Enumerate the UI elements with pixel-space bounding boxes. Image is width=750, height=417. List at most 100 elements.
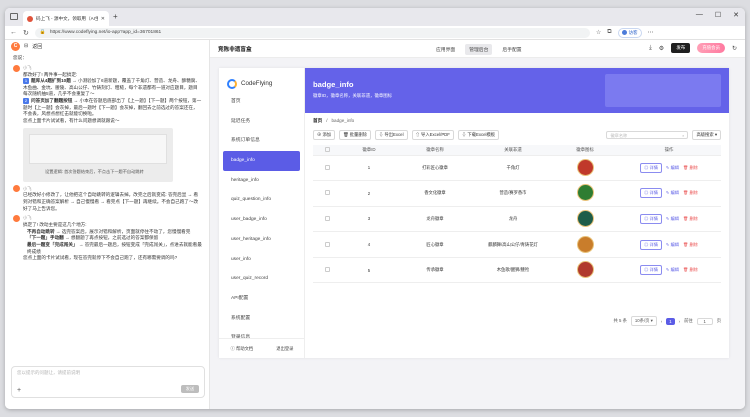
column-header: 徽章ID [341,145,397,156]
sidebar-item--[interactable]: 系统配置 [223,309,300,329]
edit-button[interactable]: ✎ 编辑 [666,165,679,171]
prev-page-icon[interactable]: ‹ [661,319,662,324]
delete-button[interactable]: 🗑 删除 [683,165,698,171]
sidebar-item-user-heritage-info[interactable]: user_heritage_info [223,230,300,250]
edit-button[interactable]: ✎ 编辑 [666,190,679,196]
url-field[interactable]: 🔒 https://www.codeflying.net/io-app?app_… [34,27,590,38]
edit-button[interactable]: ✎ 编辑 [666,216,679,222]
total-count: 共 5 条 [613,318,627,323]
download-icon[interactable]: ⤓ [649,45,652,52]
goto-page-input[interactable]: 1 [696,317,713,325]
detail-button[interactable]: ◎ 详情 [640,239,662,250]
sidebar-item-user-quiz-record[interactable]: user_quiz_record [223,269,300,289]
attached-screenshot[interactable]: 设置逻辑: 首次答题结束后，不点击下一题不自动跳转 [23,128,173,183]
tab-app-ui[interactable]: 应用界面 [432,44,459,55]
publish-button[interactable]: 发布 [671,43,691,53]
send-button[interactable]: 发送 [181,385,199,393]
address-bar: ← ↻ 🔒 https://www.codeflying.net/io-app?… [5,26,745,40]
close-window-icon[interactable]: ✕ [733,11,739,19]
settings-icon[interactable]: ⚙ [659,45,664,52]
column-header: 徽章图标 [553,145,617,156]
profile-button[interactable]: 访客 [617,27,642,38]
page-size-select[interactable]: 10条/页 ▾ [630,316,657,326]
detail-button[interactable]: ◎ 详情 [640,188,662,199]
row-checkbox[interactable] [313,257,341,284]
select-all-checkbox[interactable] [313,145,341,156]
new-tab-icon[interactable]: + [113,12,118,21]
sidebar-item-user-info[interactable]: user_info [223,250,300,270]
row-checkbox[interactable] [313,206,341,233]
detail-button[interactable]: ◎ 详情 [640,265,662,276]
batch-delete-button[interactable]: 🗑 批量删除 [339,130,371,140]
detail-button[interactable]: ◎ 详情 [640,213,662,224]
help-docs-link[interactable]: ⓘ 帮助文档 [231,346,254,352]
close-tab-icon[interactable]: ✕ [101,16,105,22]
tab-backend-config[interactable]: 后手配置 [498,44,525,55]
app-title: 竞陈非遗盲盒 [218,46,252,53]
detail-button[interactable]: ◎ 详情 [640,162,662,173]
back-icon[interactable]: ← [10,29,17,36]
delete-button[interactable]: 🗑 删除 [683,242,698,248]
assistant-message: 已经改好小修改了，让他把这个自动跳转的逻辑去掉。改完之后就变成: 答完后显 → … [23,192,199,211]
row-checkbox[interactable] [313,155,341,182]
delete-button[interactable]: 🗑 删除 [683,267,698,273]
edit-button[interactable]: ✎ 编辑 [666,242,679,248]
column-header: 徽章名称 [397,145,473,156]
assistant-bullet: 最后一题变「完成闯关」 → 答完最后一题后，按钮变成「完成闯关」，点进去就能看最… [27,241,202,254]
member-button[interactable]: 充值会员 [697,43,725,53]
goto-label: 前往 [684,318,693,323]
chat-input[interactable]: 您以提示的问题让，请提前说明 + 发送 [11,366,205,398]
browser-tab[interactable]: 码上飞 - 源中文，领取用（AI生态） ✕ [23,11,109,26]
badge-name-cell: 龙舟徽章 [397,206,473,233]
refresh-icon[interactable]: ↻ [23,29,29,37]
tab-admin[interactable]: 管理后台 [465,44,493,55]
bookmark-star-icon[interactable]: ☆ [596,29,601,36]
badge-image-icon[interactable] [576,261,594,279]
attach-plus-icon[interactable]: + [17,387,21,394]
search-input[interactable]: 徽章名称 ⌕ [606,131,689,139]
badge-icon-cell [553,231,617,258]
delete-button[interactable]: 🗑 删除 [683,216,698,222]
badge-image-icon[interactable] [576,235,594,253]
sidebar-item-badge-info[interactable]: badge_info [223,151,300,171]
sidebar-item--[interactable]: 系统订单信息 [223,131,300,151]
chat-panel: C ⊟ 返回 您说： 小飞 都改好了! 两件事一起搞定: 1 题库从4题扩到10题… [5,40,210,409]
sidebar-item-quiz-question-info[interactable]: quiz_question_info [223,190,300,210]
assistant-bullet: 「下一题」手动翻 → 想翻题了再点按钮，之前选过的答案都保留 [27,235,159,241]
next-page-icon[interactable]: › [679,319,680,324]
edit-button[interactable]: ✎ 编辑 [666,267,679,273]
row-checkbox[interactable] [313,231,341,258]
search-icon[interactable]: ⌕ [682,133,684,138]
tab-actions-icon[interactable] [10,13,18,20]
back-link[interactable]: 返回 [32,43,42,50]
export-excel-button[interactable]: ⇩ 导出Excel [374,130,408,140]
sidebar-item-heritage-info[interactable]: heritage_info [223,171,300,191]
badge-image-icon[interactable] [576,184,594,202]
back-arrow-icon[interactable]: ⊟ [24,43,28,49]
advanced-search-button[interactable]: 高级搜索 ▾ [692,130,721,140]
refresh-app-icon[interactable]: ↻ [732,45,737,52]
import-button[interactable]: ⇧ 导入Excel/PDF [411,130,454,140]
logout-link[interactable]: 退出登录 [276,346,293,352]
site-favicon-icon [27,15,33,22]
sidebar-item-api-[interactable]: API配置 [223,289,300,309]
breadcrumb-home[interactable]: 首页 [313,118,322,124]
delete-button[interactable]: 🗑 删除 [683,190,698,196]
minimize-icon[interactable]: — [696,11,703,19]
download-template-button[interactable]: ⇩ 下载Excel模板 [457,130,500,140]
add-button[interactable]: ⊕ 添加 [313,130,336,140]
page-number-current[interactable]: 1 [666,317,675,325]
sidebar-item--[interactable]: 延迟任务 [223,112,300,132]
maximize-icon[interactable]: ☐ [715,11,721,19]
row-checkbox[interactable] [313,180,341,207]
sidebar-item--[interactable]: 首页 [223,92,300,112]
extensions-icon[interactable]: ⧉ [607,29,611,36]
badge-image-icon[interactable] [576,158,594,176]
badge-image-icon[interactable] [576,209,594,227]
sidebar-item-user-badge-info[interactable]: user_badge_info [223,210,300,230]
actions-cell: ◎ 详情 ✎ 编辑 🗑 删除 [617,206,721,233]
badge-icon-cell [553,257,617,284]
more-menu-icon[interactable]: ⋯ [648,29,654,36]
badge-icon-cell [553,180,617,207]
table-header-row: 徽章ID 徽章名称 关联非遗 徽章图标 操作 [313,145,721,156]
